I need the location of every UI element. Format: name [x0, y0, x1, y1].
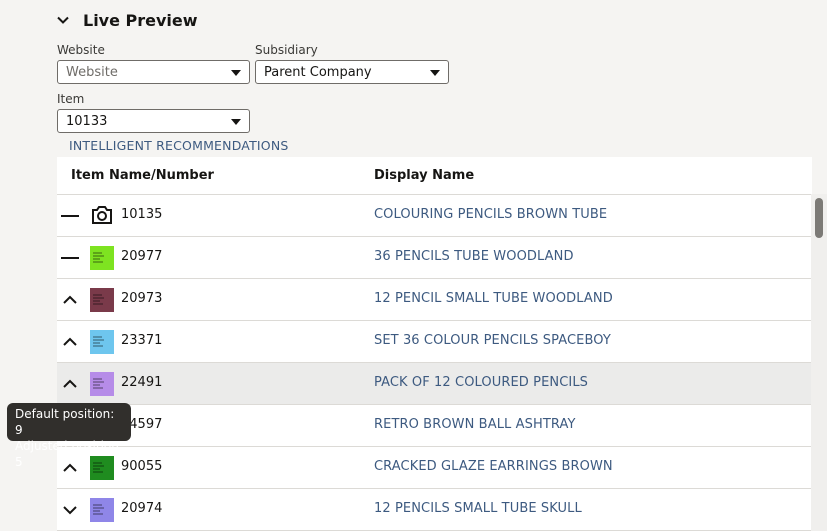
website-label: Website	[57, 43, 105, 57]
table-header: Item Name/Number Display Name	[57, 157, 812, 195]
subsidiary-select-value: Parent Company	[264, 64, 372, 80]
caret-down-icon	[231, 119, 241, 125]
table-row[interactable]: 23371 SET 36 COLOUR PENCILS SPACEBOY	[57, 321, 812, 363]
table-row[interactable]: 84597 RETRO BROWN BALL ASHTRAY	[57, 405, 812, 447]
table-row[interactable]: 10135 COLOURING PENCILS BROWN TUBE	[57, 195, 812, 237]
item-number: 20973	[121, 291, 163, 306]
chevron-up-icon[interactable]	[61, 292, 79, 308]
scrollbar[interactable]	[811, 194, 827, 531]
table-row[interactable]: 20977 36 PENCILS TUBE WOODLAND	[57, 237, 812, 279]
scrollbar-thumb[interactable]	[815, 198, 823, 238]
subsidiary-label: Subsidiary	[255, 43, 318, 57]
product-thumbnail	[90, 498, 114, 522]
chevron-up-icon[interactable]	[61, 376, 79, 392]
position-tooltip: Default position: 9 Adjusted position: 5	[7, 403, 131, 469]
item-number: 90055	[121, 459, 163, 474]
item-display-name[interactable]: CRACKED GLAZE EARRINGS BROWN	[374, 459, 613, 474]
chevron-down-icon[interactable]	[57, 14, 69, 26]
table-row[interactable]: 90055 CRACKED GLAZE EARRINGS BROWN	[57, 447, 812, 489]
table-row[interactable]: 20974 12 PENCILS SMALL TUBE SKULL	[57, 489, 812, 531]
item-display-name[interactable]: 36 PENCILS TUBE WOODLAND	[374, 249, 574, 264]
section-title: Live Preview	[83, 10, 198, 30]
recommendations-table: Item Name/Number Display Name 10135 COLOU…	[57, 157, 812, 531]
tooltip-adjusted-position: Adjusted position: 5	[15, 439, 123, 469]
item-number: 22491	[121, 375, 163, 390]
item-display-name[interactable]: COLOURING PENCILS BROWN TUBE	[374, 207, 607, 222]
table-body: 10135 COLOURING PENCILS BROWN TUBE 20977 36…	[57, 195, 812, 531]
item-number: 20974	[121, 501, 163, 516]
column-header-display-name[interactable]: Display Name	[374, 168, 474, 183]
item-display-name[interactable]: SET 36 COLOUR PENCILS SPACEBOY	[374, 333, 611, 348]
product-thumbnail	[90, 246, 114, 270]
chevron-down-icon[interactable]	[61, 502, 79, 518]
subsidiary-select[interactable]: Parent Company	[255, 60, 449, 84]
product-thumbnail	[90, 288, 114, 312]
item-display-name[interactable]: RETRO BROWN BALL ASHTRAY	[374, 417, 576, 432]
product-thumbnail	[90, 372, 114, 396]
chevron-up-icon[interactable]	[61, 334, 79, 350]
item-number: 10135	[121, 207, 163, 222]
column-header-item-name[interactable]: Item Name/Number	[71, 168, 214, 183]
website-select-value: Website	[66, 64, 118, 80]
dash-icon[interactable]	[61, 208, 79, 224]
table-row[interactable]: 20973 12 PENCIL SMALL TUBE WOODLAND	[57, 279, 812, 321]
item-label: Item	[57, 92, 85, 106]
item-number: 23371	[121, 333, 163, 348]
website-select[interactable]: Website	[57, 60, 250, 84]
item-display-name[interactable]: 12 PENCILS SMALL TUBE SKULL	[374, 501, 582, 516]
item-number: 20977	[121, 249, 163, 264]
item-select[interactable]: 10133	[57, 109, 250, 133]
camera-icon	[90, 203, 114, 227]
recommendations-title: INTELLIGENT RECOMMENDATIONS	[69, 138, 289, 153]
caret-down-icon	[231, 70, 241, 76]
caret-down-icon	[430, 70, 440, 76]
section-header-live-preview[interactable]: Live Preview	[57, 9, 198, 31]
item-select-value: 10133	[66, 113, 108, 129]
item-display-name[interactable]: 12 PENCIL SMALL TUBE WOODLAND	[374, 291, 613, 306]
table-row[interactable]: 22491 PACK OF 12 COLOURED PENCILS	[57, 363, 812, 405]
product-thumbnail	[90, 330, 114, 354]
dash-icon[interactable]	[61, 250, 79, 266]
item-display-name[interactable]: PACK OF 12 COLOURED PENCILS	[374, 375, 588, 390]
tooltip-default-position: Default position: 9	[15, 407, 115, 437]
